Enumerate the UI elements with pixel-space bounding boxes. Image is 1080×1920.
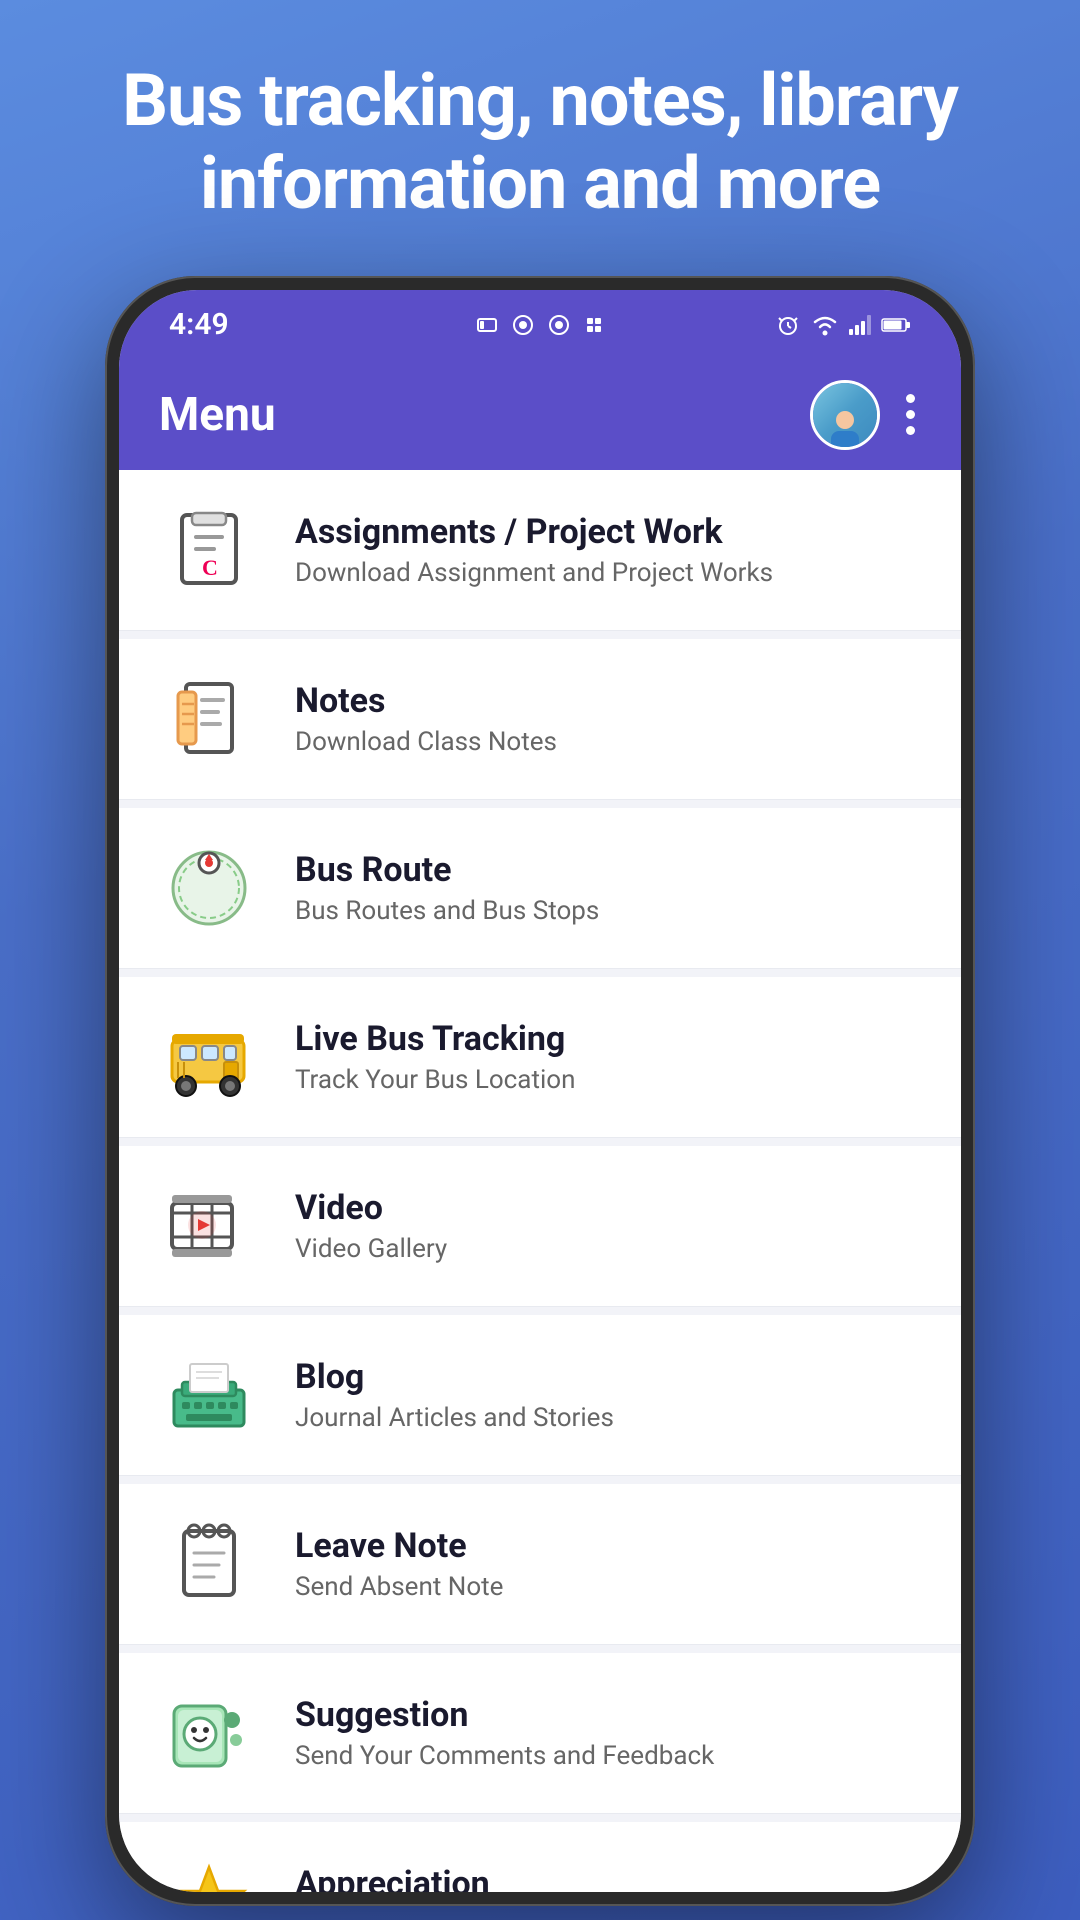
menu-item-notes[interactable]: Notes Download Class Notes bbox=[119, 639, 961, 800]
leave-note-subtitle: Send Absent Note bbox=[295, 1572, 921, 1602]
leave-note-title: Leave Note bbox=[295, 1526, 921, 1566]
appreciation-title: Appreciation bbox=[295, 1864, 921, 1892]
menu-item-assignments[interactable]: C Assignments / Project Work Download As… bbox=[119, 470, 961, 631]
user-avatar[interactable] bbox=[810, 380, 880, 450]
menu-item-appreciation[interactable]: Appreciation Let Us Know Your Gratitude bbox=[119, 1822, 961, 1892]
bus-route-icon bbox=[159, 838, 259, 938]
battery-icon bbox=[881, 317, 911, 333]
assignments-title: Assignments / Project Work bbox=[295, 512, 921, 552]
blog-subtitle: Journal Articles and Stories bbox=[295, 1403, 921, 1433]
menu-item-blog[interactable]: Blog Journal Articles and Stories bbox=[119, 1315, 961, 1476]
notes-subtitle: Download Class Notes bbox=[295, 727, 921, 757]
bus-route-subtitle: Bus Routes and Bus Stops bbox=[295, 896, 921, 926]
status-slack-icon bbox=[583, 314, 605, 336]
app-bar: Menu bbox=[119, 360, 961, 470]
status-icon-1 bbox=[475, 313, 499, 337]
leave-note-icon bbox=[159, 1514, 259, 1614]
status-center-icons bbox=[475, 313, 605, 337]
notes-icon bbox=[159, 669, 259, 769]
suggestion-title: Suggestion bbox=[295, 1695, 921, 1735]
status-right-icons bbox=[775, 312, 911, 338]
menu-item-bus-route[interactable]: Bus Route Bus Routes and Bus Stops bbox=[119, 808, 961, 969]
app-bar-title: Menu bbox=[159, 388, 810, 442]
hero-section: Bus tracking, notes, library information… bbox=[0, 0, 1080, 276]
signal-icon bbox=[849, 315, 871, 335]
live-bus-icon bbox=[159, 1007, 259, 1107]
video-title: Video bbox=[295, 1188, 921, 1228]
menu-list: C Assignments / Project Work Download As… bbox=[119, 470, 961, 1892]
video-icon bbox=[159, 1176, 259, 1276]
bus-route-title: Bus Route bbox=[295, 850, 921, 890]
status-time: 4:49 bbox=[169, 307, 229, 342]
blog-title: Blog bbox=[295, 1357, 921, 1397]
suggestion-icon bbox=[159, 1683, 259, 1783]
phone-frame: 4:49 Menu bbox=[105, 276, 975, 1906]
svg-text:C: C bbox=[202, 555, 218, 580]
status-icon-2 bbox=[511, 313, 535, 337]
assignment-icon: C bbox=[159, 500, 259, 600]
menu-item-live-bus[interactable]: Live Bus Tracking Track Your Bus Locatio… bbox=[119, 977, 961, 1138]
live-bus-subtitle: Track Your Bus Location bbox=[295, 1065, 921, 1095]
hero-title: Bus tracking, notes, library information… bbox=[0, 0, 1080, 276]
notes-title: Notes bbox=[295, 681, 921, 721]
menu-item-video[interactable]: Video Video Gallery bbox=[119, 1146, 961, 1307]
menu-item-suggestion[interactable]: Suggestion Send Your Comments and Feedba… bbox=[119, 1653, 961, 1814]
video-subtitle: Video Gallery bbox=[295, 1234, 921, 1264]
blog-icon bbox=[159, 1345, 259, 1445]
menu-item-leave-note[interactable]: Leave Note Send Absent Note bbox=[119, 1484, 961, 1645]
alarm-icon bbox=[775, 312, 801, 338]
live-bus-title: Live Bus Tracking bbox=[295, 1019, 921, 1059]
assignments-subtitle: Download Assignment and Project Works bbox=[295, 558, 921, 588]
status-icon-3 bbox=[547, 313, 571, 337]
phone-screen: 4:49 Menu bbox=[119, 290, 961, 1892]
suggestion-subtitle: Send Your Comments and Feedback bbox=[295, 1741, 921, 1771]
wifi-icon bbox=[811, 314, 839, 336]
status-bar: 4:49 bbox=[119, 290, 961, 360]
appreciation-icon bbox=[159, 1852, 259, 1892]
more-options-button[interactable] bbox=[900, 386, 921, 443]
